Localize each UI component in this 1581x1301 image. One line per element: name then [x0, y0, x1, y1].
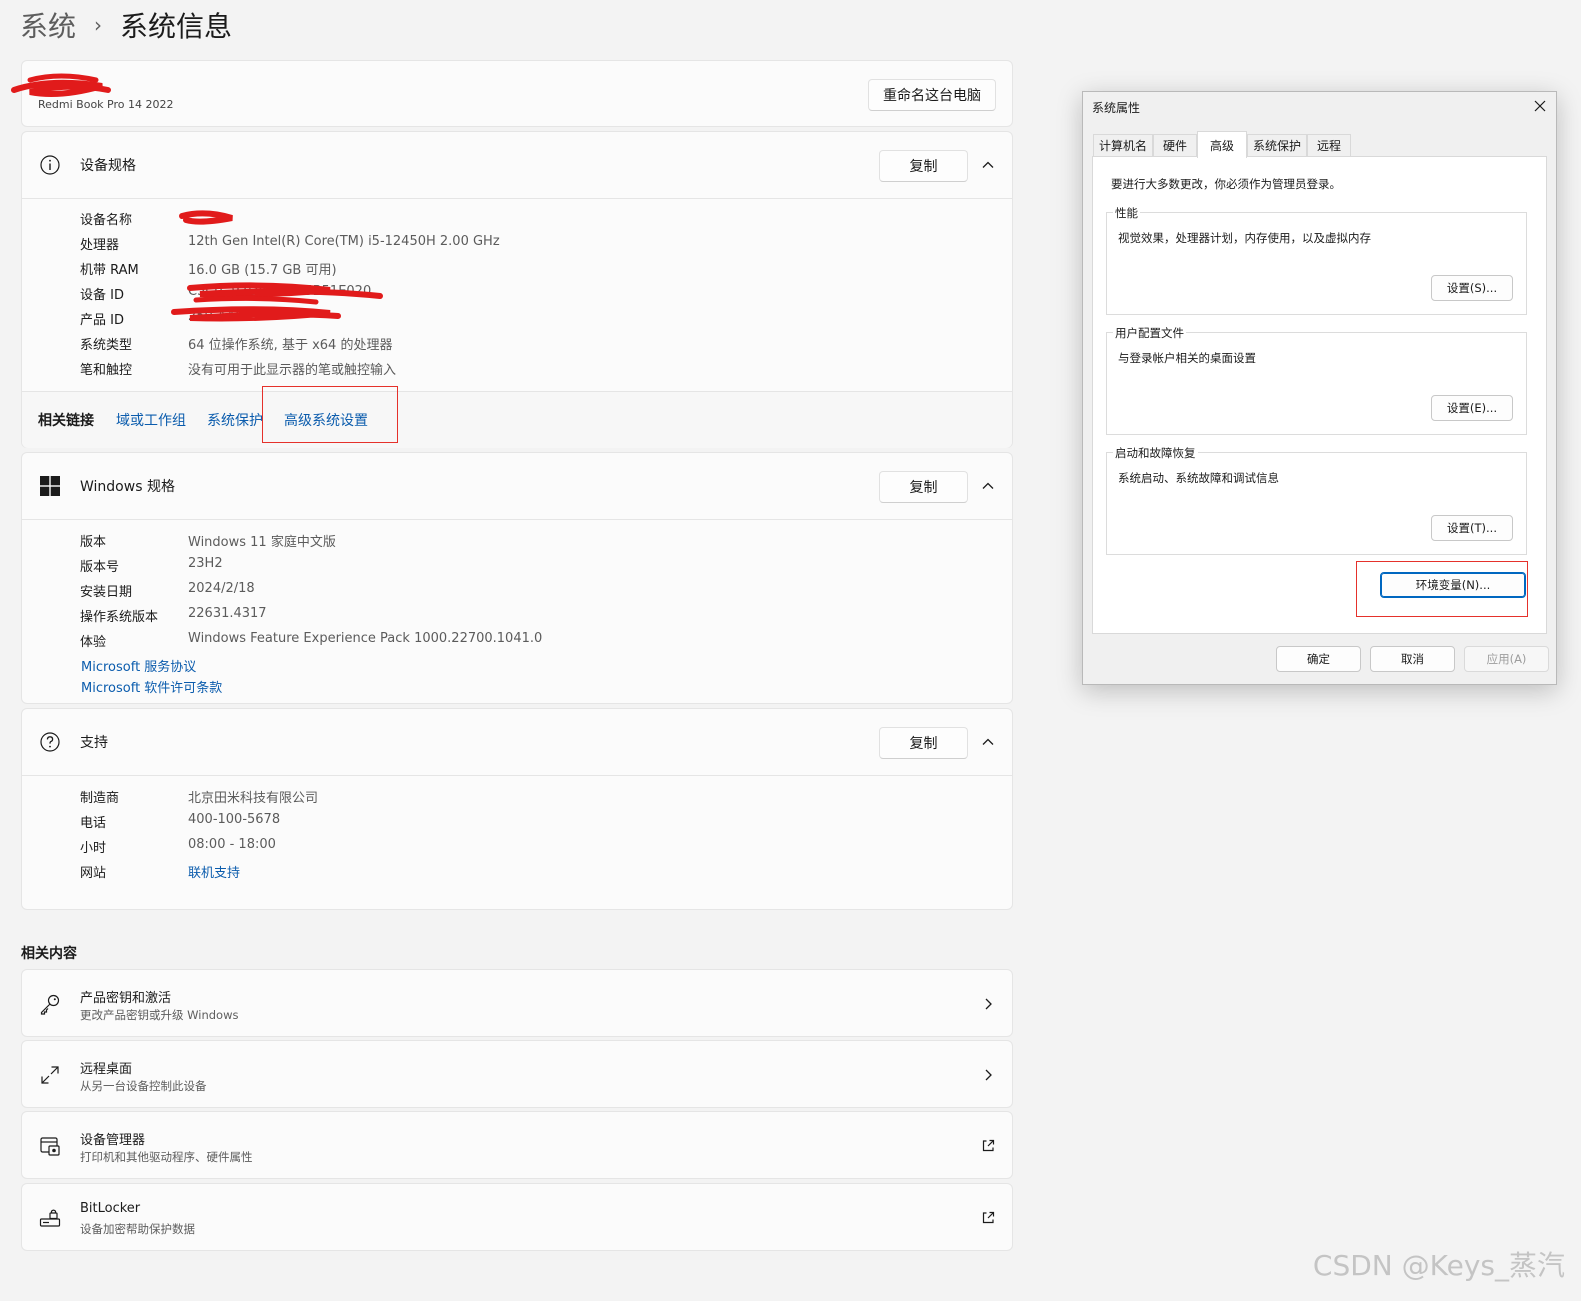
- link-ms-services-agreement[interactable]: Microsoft 服务协议: [81, 656, 196, 675]
- related-item-subtitle: 从另一台设备控制此设备: [80, 1079, 207, 1093]
- chevron-up-icon[interactable]: [980, 478, 996, 494]
- apply-button[interactable]: 应用(A): [1464, 646, 1549, 672]
- key-icon: [40, 994, 60, 1015]
- performance-settings-button[interactable]: 设置(S)...: [1431, 275, 1513, 301]
- breadcrumb-separator: ›: [94, 13, 103, 37]
- admin-note: 要进行大多数更改，你必须作为管理员登录。: [1111, 177, 1341, 191]
- tab-hardware[interactable]: 硬件: [1153, 134, 1197, 156]
- related-item-title: 远程桌面: [80, 1062, 133, 1077]
- close-icon[interactable]: [1532, 98, 1548, 114]
- performance-group: 性能 视觉效果，处理器计划，内存使用，以及虚拟内存 设置(S)...: [1106, 205, 1527, 315]
- related-item-subtitle: 打印机和其他驱动程序、硬件属性: [80, 1150, 253, 1164]
- tab-advanced[interactable]: 高级: [1197, 131, 1247, 158]
- startup-settings-button[interactable]: 设置(T)...: [1431, 515, 1513, 541]
- advanced-tab-panel: 要进行大多数更改，你必须作为管理员登录。 性能 视觉效果，处理器计划，内存使用，…: [1092, 156, 1547, 634]
- bitlocker-icon: [39, 1209, 61, 1227]
- group-label: 用户配置文件: [1113, 325, 1186, 341]
- device-model: Redmi Book Pro 14 2022: [38, 98, 174, 111]
- chevron-up-icon[interactable]: [980, 157, 996, 173]
- support-card: 支持 复制 制造商 北京田米科技有限公司 电话 400-100-5678 小时 08:…: [21, 708, 1013, 910]
- related-item-device-manager[interactable]: 设备管理器 打印机和其他驱动程序、硬件属性: [21, 1111, 1013, 1179]
- info-icon: [40, 155, 60, 175]
- group-description: 系统启动、系统故障和调试信息: [1118, 471, 1279, 485]
- breadcrumb: 系统 › 系统信息: [20, 0, 232, 50]
- user-profiles-settings-button[interactable]: 设置(E)...: [1431, 395, 1513, 421]
- device-name-card: Redmi Book Pro 14 2022 重命名这台电脑: [21, 60, 1013, 127]
- device-specs-header[interactable]: 设备规格 复制: [22, 132, 1012, 199]
- system-properties-dialog: 系统属性 计算机名 硬件 高级 系统保护 远程 要进行大多数更改，你必须作为管理…: [1082, 91, 1557, 685]
- user-profiles-group: 用户配置文件 与登录帐户相关的桌面设置 设置(E)...: [1106, 325, 1527, 435]
- help-icon: [40, 732, 60, 752]
- link-system-protection[interactable]: 系统保护: [207, 410, 263, 430]
- watermark-text: CSDN @Keys_蒸汽: [1312, 1249, 1565, 1282]
- chevron-up-icon[interactable]: [980, 734, 996, 750]
- rename-pc-button[interactable]: 重命名这台电脑: [868, 79, 996, 111]
- dialog-title: 系统属性: [1092, 101, 1141, 115]
- chevron-right-icon: [985, 1069, 992, 1081]
- tab-computer-name[interactable]: 计算机名: [1093, 134, 1153, 156]
- open-external-icon: [982, 1211, 995, 1224]
- tab-system-protection[interactable]: 系统保护: [1247, 134, 1307, 156]
- windows-specs-header[interactable]: Windows 规格 复制: [22, 453, 1012, 520]
- copy-windows-specs-button[interactable]: 复制: [879, 471, 968, 503]
- open-external-icon: [982, 1139, 995, 1152]
- related-item-title: 产品密钥和激活: [80, 991, 172, 1006]
- related-links-label: 相关链接: [38, 413, 94, 429]
- related-item-bitlocker[interactable]: BitLocker 设备加密帮助保护数据: [21, 1183, 1013, 1251]
- related-item-title: BitLocker: [80, 1201, 141, 1216]
- cancel-button[interactable]: 取消: [1370, 646, 1455, 672]
- group-label: 启动和故障恢复: [1113, 445, 1198, 461]
- related-item-product-key[interactable]: 产品密钥和激活 更改产品密钥或升级 Windows: [21, 969, 1013, 1037]
- link-ms-license-terms[interactable]: Microsoft 软件许可条款: [81, 677, 222, 696]
- related-item-subtitle: 设备加密帮助保护数据: [80, 1222, 195, 1236]
- group-label: 性能: [1113, 205, 1140, 221]
- device-manager-icon: [40, 1137, 60, 1156]
- copy-support-button[interactable]: 复制: [879, 727, 968, 759]
- group-description: 视觉效果，处理器计划，内存使用，以及虚拟内存: [1118, 231, 1371, 245]
- ok-button[interactable]: 确定: [1276, 646, 1361, 672]
- related-item-remote-desktop[interactable]: 远程桌面 从另一台设备控制此设备: [21, 1040, 1013, 1108]
- windows-logo-icon: [40, 476, 60, 496]
- device-specs-card: 设备规格 复制 设备名称 处理器 12th Gen Intel(R) Core(T…: [21, 131, 1013, 448]
- page-title: 系统信息: [120, 10, 233, 43]
- related-item-title: 设备管理器: [80, 1133, 146, 1148]
- windows-specs-card: Windows 规格 复制 版本 Windows 11 家庭中文版 版本号 23H2…: [21, 452, 1013, 704]
- environment-variables-button[interactable]: 环境变量(N)...: [1380, 572, 1526, 598]
- related-item-subtitle: 更改产品密钥或升级 Windows: [80, 1008, 239, 1022]
- support-header[interactable]: 支持 复制: [22, 709, 1012, 776]
- device-specs-title: 设备规格: [80, 158, 136, 174]
- startup-recovery-group: 启动和故障恢复 系统启动、系统故障和调试信息 设置(T)...: [1106, 445, 1527, 555]
- remote-desktop-icon: [41, 1066, 59, 1084]
- link-online-support[interactable]: 联机支持: [188, 862, 240, 881]
- chevron-right-icon: [985, 998, 992, 1010]
- support-title: 支持: [80, 735, 108, 751]
- related-links-bar: 相关链接 域或工作组 系统保护 高级系统设置: [22, 391, 1012, 448]
- copy-device-specs-button[interactable]: 复制: [879, 150, 968, 182]
- tab-remote[interactable]: 远程: [1307, 134, 1351, 156]
- link-domain-workgroup[interactable]: 域或工作组: [116, 410, 186, 430]
- related-content-title: 相关内容: [21, 946, 77, 962]
- group-description: 与登录帐户相关的桌面设置: [1118, 351, 1256, 365]
- link-advanced-system-settings[interactable]: 高级系统设置: [284, 410, 368, 430]
- breadcrumb-system[interactable]: 系统: [20, 5, 76, 45]
- windows-specs-title: Windows 规格: [80, 479, 175, 495]
